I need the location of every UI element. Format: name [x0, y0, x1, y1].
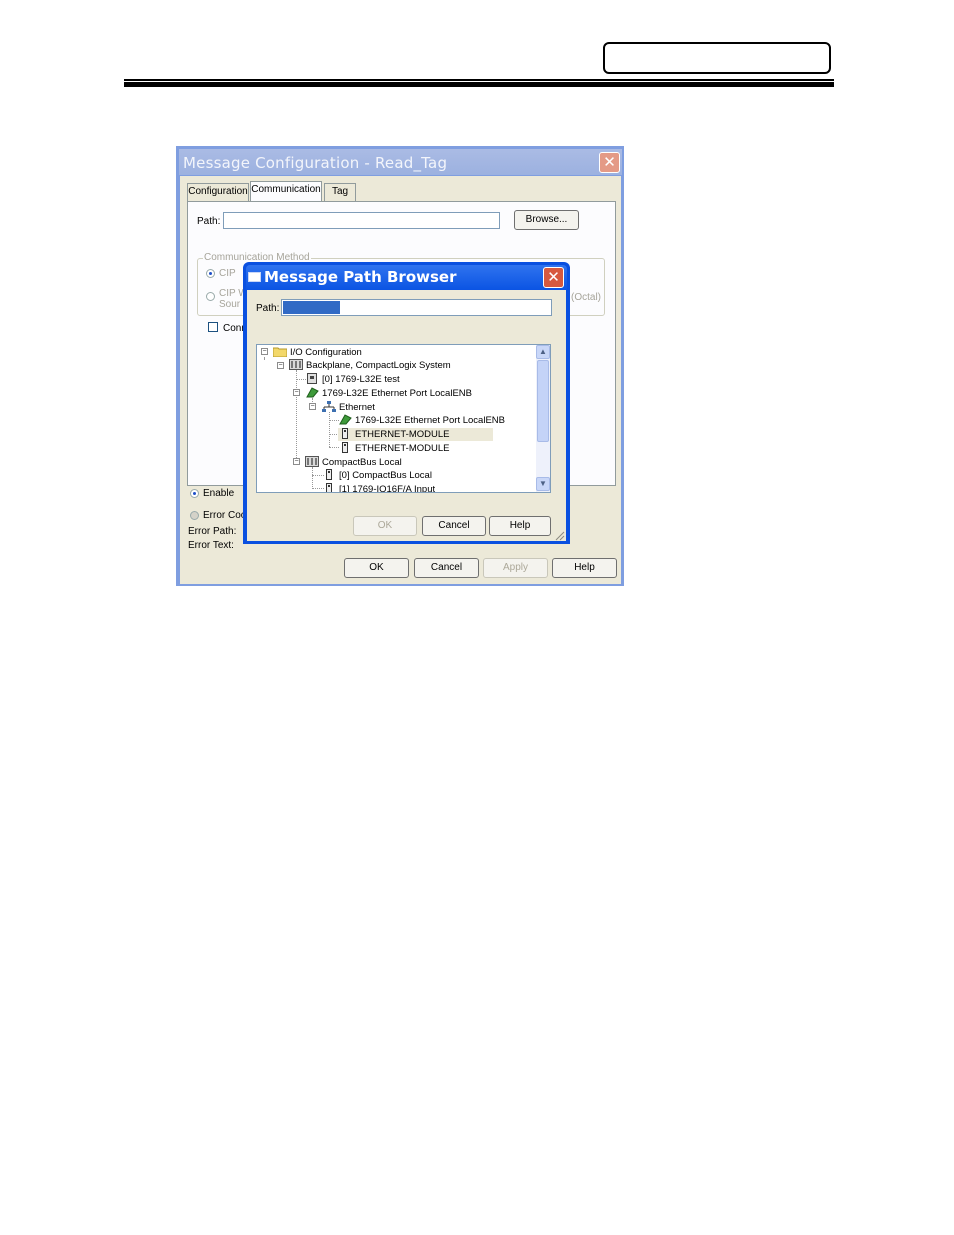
error-text-label: Error Text: — [188, 540, 234, 551]
source-label: Sour — [219, 299, 241, 310]
tree-item-label: ETHERNET-MODULE — [355, 443, 450, 454]
backplane-icon — [305, 456, 319, 467]
tree-item-controller[interactable]: [0] 1769-L32E test — [305, 373, 400, 386]
tree-item-label: [1] 1769-IQ16F/A Input — [339, 484, 436, 492]
module-icon — [326, 469, 332, 480]
tree-line — [312, 467, 313, 489]
tree-line — [296, 370, 297, 462]
expander-icon[interactable]: − — [293, 389, 300, 396]
module-icon — [342, 442, 348, 453]
tree-item-label: CompactBus Local — [322, 457, 402, 468]
cancel-button[interactable]: Cancel — [414, 558, 479, 578]
tree-item-compactbus[interactable]: CompactBus Local — [305, 456, 402, 469]
tree-line — [329, 412, 330, 447]
dialog-title: Message Configuration - Read_Tag — [183, 154, 448, 172]
folder-icon — [273, 347, 287, 357]
tree-item-label: ETHERNET-MODULE — [355, 429, 450, 440]
tree-item-label: 1769-L32E Ethernet Port LocalENB — [355, 415, 505, 426]
enable-label: Enable — [203, 488, 235, 499]
scroll-down-icon[interactable]: ▼ — [536, 477, 550, 491]
tree-line — [264, 357, 265, 359]
tree-item-io-configuration[interactable]: I/O Configuration — [273, 346, 362, 359]
help-button[interactable]: Help — [552, 558, 617, 578]
browser-ok-button[interactable]: OK — [353, 516, 417, 536]
tree-item-ethernet-port-local[interactable]: 1769-L32E Ethernet Port LocalENB — [338, 414, 505, 427]
resize-grip-icon[interactable] — [555, 531, 565, 541]
tree-item-label: Backplane, CompactLogix System — [306, 360, 451, 371]
tab-configuration[interactable]: Configuration — [187, 183, 249, 201]
error-path-label: Error Path: — [188, 526, 237, 537]
tab-communication[interactable]: Communication — [250, 181, 322, 202]
radio-cip-with-source[interactable] — [206, 292, 215, 301]
enable-indicator — [190, 489, 199, 498]
close-icon[interactable]: ✕ — [599, 152, 620, 173]
expander-icon[interactable]: − — [261, 348, 268, 355]
path-label: Path: — [197, 216, 221, 227]
tree-item-ethernet[interactable]: Ethernet — [322, 401, 375, 414]
header-box — [603, 42, 831, 74]
browser-help-button[interactable]: Help — [489, 516, 551, 536]
header-rule-thick — [124, 82, 834, 87]
tree-item-compactbus-local[interactable]: [0] CompactBus Local — [322, 469, 432, 482]
header-rule-thin — [124, 79, 834, 81]
ethernet-port-icon — [339, 414, 352, 425]
connected-checkbox[interactable] — [208, 322, 218, 332]
tree-item-label: 1769-L32E Ethernet Port LocalENB — [322, 388, 472, 399]
path-input[interactable] — [223, 212, 500, 229]
apply-button[interactable]: Apply — [483, 558, 548, 578]
backplane-icon — [289, 359, 303, 370]
tree-item-ethernet-port[interactable]: 1769-L32E Ethernet Port LocalENB — [305, 387, 472, 400]
radio-cip-label: CIP — [219, 268, 236, 279]
tree-item-ethernet-module-2[interactable]: ETHERNET-MODULE — [338, 442, 449, 455]
error-code-label: Error Coo — [203, 510, 247, 521]
scroll-thumb[interactable] — [537, 360, 549, 442]
controller-icon — [307, 373, 317, 384]
browser-close-icon[interactable]: ✕ — [543, 267, 564, 288]
scroll-up-icon[interactable]: ▲ — [536, 345, 550, 359]
tree-item-ethernet-module-1[interactable]: ETHERNET-MODULE — [338, 428, 494, 441]
ok-button[interactable]: OK — [344, 558, 409, 578]
browse-button[interactable]: Browse... — [514, 210, 579, 230]
browser-title: Message Path Browser — [264, 268, 457, 286]
error-code-indicator — [190, 511, 199, 520]
browser-cancel-button[interactable]: Cancel — [422, 516, 486, 536]
expander-icon[interactable]: − — [293, 458, 300, 465]
expander-icon[interactable]: − — [277, 362, 284, 369]
ethernet-port-icon — [306, 387, 319, 398]
tree-item-label: I/O Configuration — [290, 347, 362, 358]
radio-cip[interactable] — [206, 269, 215, 278]
module-icon — [342, 428, 348, 439]
path-selection-highlight — [283, 301, 340, 314]
tree-item-label: [0] 1769-L32E test — [322, 374, 400, 385]
browser-path-input[interactable] — [281, 299, 552, 316]
window-icon — [248, 272, 261, 282]
browser-path-label: Path: — [256, 303, 280, 314]
network-icon — [322, 401, 336, 412]
octal-label: (Octal) — [571, 292, 601, 303]
tree-item-label: Ethernet — [339, 402, 375, 413]
tab-tag[interactable]: Tag — [324, 183, 356, 201]
tree-item-input-module[interactable]: [1] 1769-IQ16F/A Input — [322, 483, 435, 492]
module-icon — [326, 483, 332, 492]
tree-item-backplane[interactable]: Backplane, CompactLogix System — [289, 359, 451, 372]
tree-item-label: [0] CompactBus Local — [339, 470, 432, 481]
expander-icon[interactable]: − — [309, 403, 316, 410]
